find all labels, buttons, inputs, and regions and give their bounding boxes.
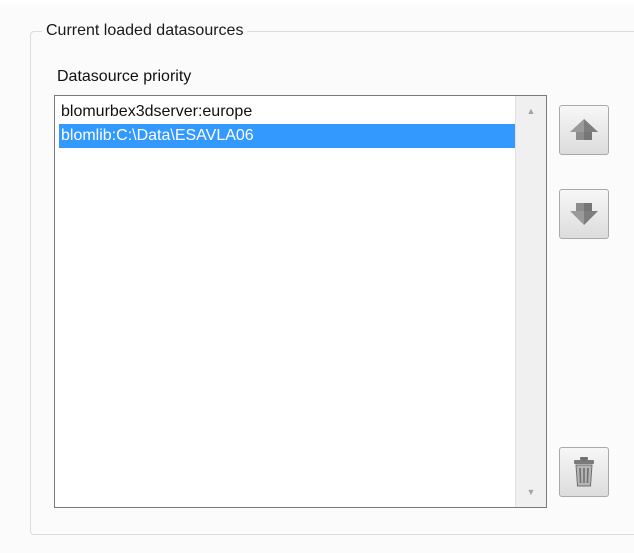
datasource-priority-list[interactable]: blomurbex3dserver:europe blomlib:C:\Data… <box>54 95 547 508</box>
vertical-scrollbar[interactable]: ▲ ▼ <box>515 96 546 507</box>
arrow-up-icon <box>570 119 598 140</box>
trash-icon <box>574 457 594 487</box>
delete-button[interactable] <box>559 447 609 497</box>
datasources-panel: Current loaded datasources Datasource pr… <box>0 0 634 553</box>
groupbox-title: Current loaded datasources <box>42 20 248 42</box>
scroll-down-icon[interactable]: ▼ <box>516 481 546 503</box>
scroll-up-icon[interactable]: ▲ <box>516 100 546 122</box>
arrow-down-icon <box>570 203 598 225</box>
list-item[interactable]: blomurbex3dserver:europe <box>59 100 516 124</box>
move-up-button[interactable] <box>559 105 609 155</box>
list-item-selected[interactable]: blomlib:C:\Data\ESAVLA06 <box>59 124 516 148</box>
datasource-priority-label: Datasource priority <box>57 68 192 85</box>
move-down-button[interactable] <box>559 189 609 239</box>
